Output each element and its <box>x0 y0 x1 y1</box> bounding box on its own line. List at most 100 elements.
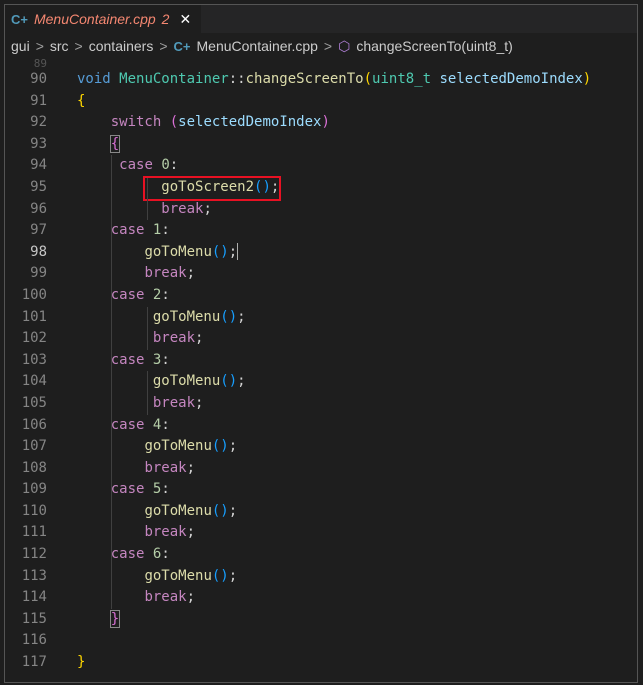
line-number: 105 <box>21 394 47 411</box>
code-line: 107 goToMenu(); <box>5 436 637 458</box>
code-text: case 3: <box>77 349 637 372</box>
line-number: 102 <box>21 330 47 347</box>
line-number: 115 <box>21 610 47 627</box>
code-line: 116 <box>5 630 637 652</box>
line-number: 98 <box>30 243 47 260</box>
code-text: goToMenu(); <box>77 241 637 264</box>
code-line: 90 void MenuContainer::changeScreenTo(ui… <box>5 69 637 91</box>
code-text: void MenuContainer::changeScreenTo(uint8… <box>77 71 592 87</box>
cpp-file-icon: C+ <box>173 38 191 54</box>
breadcrumb-item-file[interactable]: MenuContainer.cpp <box>197 38 318 54</box>
line-number: 97 <box>30 222 47 239</box>
line-number: 112 <box>21 546 47 563</box>
chevron-right-icon: > <box>159 38 168 54</box>
tab-menucontainer-cpp[interactable]: C+ MenuContainer.cpp 2 ✕ <box>5 5 202 33</box>
code-text: goToMenu(); <box>77 436 637 458</box>
line-number: 101 <box>21 308 47 325</box>
code-text: break; <box>77 198 637 221</box>
code-line: 97 case 1: <box>5 220 637 242</box>
line-number: 96 <box>30 200 47 217</box>
line-number: 90 <box>30 71 47 87</box>
code-line: 108 break; <box>5 457 637 480</box>
line-number: 110 <box>21 502 47 519</box>
breadcrumb: gui > src > containers > C+ MenuContaine… <box>5 33 637 59</box>
chevron-right-icon: > <box>323 38 333 54</box>
code-line: 117 } <box>5 652 637 674</box>
code-line: 110 goToMenu(); <box>5 500 637 523</box>
code-text: case 4: <box>77 414 637 437</box>
line-number: 111 <box>21 524 47 541</box>
line-number: 114 <box>21 589 47 606</box>
breadcrumb-item-containers[interactable]: containers <box>89 38 154 54</box>
code-text: break; <box>77 392 637 415</box>
cpp-file-icon: C+ <box>11 11 28 27</box>
code-line: 115 } <box>5 609 637 631</box>
code-line: 99 break; <box>5 263 637 285</box>
code-editor[interactable]: 89 90 void MenuContainer::changeScreenTo… <box>5 59 637 674</box>
method-symbol-icon: ⬡ <box>338 37 351 54</box>
code-line: 92 switch (selectedDemoIndex) <box>5 112 637 134</box>
editor-window: C+ MenuContainer.cpp 2 ✕ gui > src > con… <box>4 4 638 683</box>
code-line: 96 break; <box>5 198 637 221</box>
breadcrumb-item-src[interactable]: src <box>50 38 69 54</box>
code-text: goToMenu(); <box>77 371 637 393</box>
line-number: 95 <box>30 178 47 195</box>
code-text: goToMenu(); <box>77 500 637 523</box>
code-text: } <box>109 609 121 628</box>
code-text: { <box>109 134 121 153</box>
line-number: 92 <box>30 114 47 131</box>
line-number: 107 <box>21 438 47 455</box>
line-number: 116 <box>21 632 47 649</box>
code-text: goToMenu(); <box>77 565 637 588</box>
code-line: 95 goToScreen2(); <box>5 175 637 201</box>
code-line: 93 { <box>5 134 637 156</box>
code-line: 102 break; <box>5 328 637 350</box>
code-text: goToMenu(); <box>77 306 637 329</box>
chevron-right-icon: > <box>35 38 44 54</box>
code-line: 106 case 4: <box>5 414 637 437</box>
line-number: 99 <box>30 265 47 282</box>
tab-problems-count: 2 <box>161 11 170 27</box>
line-number: 108 <box>21 459 47 476</box>
code-text: case 1: <box>77 220 637 242</box>
code-text: { <box>77 92 86 109</box>
code-line: 113 goToMenu(); <box>5 565 637 588</box>
line-number: 89 <box>33 59 47 69</box>
line-number: 117 <box>21 654 47 671</box>
code-text: break; <box>77 522 637 545</box>
line-number: 91 <box>30 92 47 109</box>
code-text: break; <box>77 457 637 480</box>
text-cursor <box>237 243 239 261</box>
code-text: case 0: <box>77 155 637 177</box>
tab-filename: MenuContainer.cpp <box>33 11 156 27</box>
line-number: 103 <box>21 351 47 368</box>
code-line: 105 break; <box>5 392 637 415</box>
line-number: 104 <box>21 373 47 390</box>
code-line: 100 case 2: <box>5 284 637 307</box>
code-text: switch (selectedDemoIndex) <box>110 114 330 131</box>
breadcrumb-item-gui[interactable]: gui <box>11 38 30 54</box>
code-text: break; <box>77 587 637 609</box>
code-line-active: 98 goToMenu(); <box>5 241 637 264</box>
code-line: 103 case 3: <box>5 349 637 372</box>
code-text: case 6: <box>77 544 637 566</box>
chevron-right-icon: > <box>74 38 83 54</box>
code-line-partial: 89 <box>5 59 637 69</box>
line-number: 93 <box>30 135 47 152</box>
code-line: 104 goToMenu(); <box>5 371 637 393</box>
code-line: 91 { <box>5 91 637 113</box>
line-number: 94 <box>30 157 47 174</box>
code-line: 114 break; <box>5 587 637 609</box>
close-icon[interactable]: ✕ <box>179 11 191 28</box>
line-number: 106 <box>21 416 47 433</box>
code-text: } <box>77 654 86 671</box>
code-line: 94 case 0: <box>5 155 637 177</box>
code-line: 112 case 6: <box>5 544 637 566</box>
line-number: 109 <box>21 481 47 498</box>
code-line: 111 break; <box>5 522 637 545</box>
code-line: 109 case 5: <box>5 479 637 501</box>
line-number: 113 <box>21 567 47 584</box>
breadcrumb-item-symbol[interactable]: changeScreenTo(uint8_t) <box>356 38 512 54</box>
code-text: goToScreen2(); <box>77 175 637 201</box>
